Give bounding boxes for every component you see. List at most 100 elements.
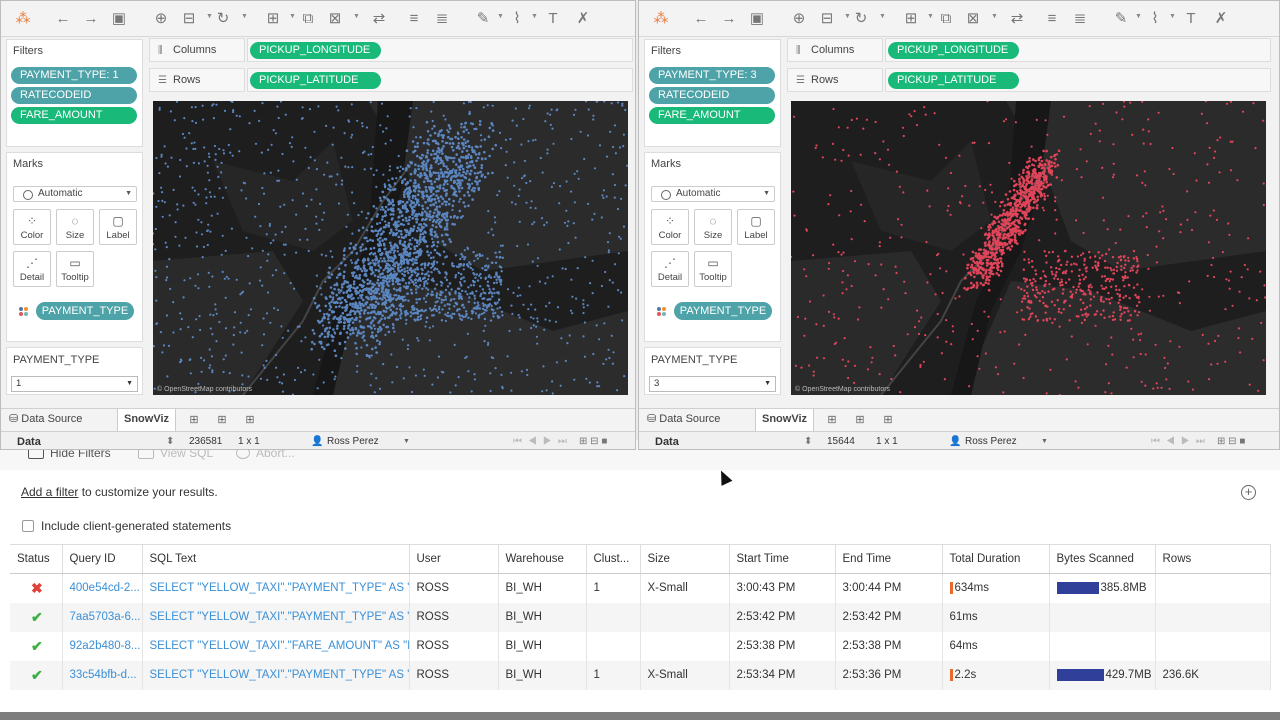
- show-labels-icon[interactable]: T: [543, 10, 563, 28]
- clear-sheet-icon[interactable]: ⊠: [325, 10, 345, 28]
- chevron-down-icon[interactable]: ▼: [206, 13, 213, 20]
- back-icon[interactable]: ←: [691, 10, 711, 28]
- chevron-down-icon[interactable]: ▼: [879, 13, 886, 20]
- column-header[interactable]: Query ID: [62, 544, 143, 574]
- clear-sheet-icon[interactable]: ⊠: [963, 10, 983, 28]
- mark-detail-button[interactable]: ⋰ Detail: [651, 251, 689, 287]
- duplicate-sheet-icon[interactable]: ⧉: [936, 10, 956, 28]
- tableau-logo-icon[interactable]: ⁂: [13, 10, 33, 28]
- table-row[interactable]: ✔ 33c54bfb-d... SELECT "YELLOW_TAXI"."PAYM…: [10, 660, 1271, 690]
- new-worksheet-icon[interactable]: ⊞: [263, 10, 283, 28]
- fix-axes-icon[interactable]: ✗: [1211, 10, 1231, 28]
- table-row[interactable]: ✖ 400e54cd-2... SELECT "YELLOW_TAXI"."PAYM…: [10, 573, 1271, 603]
- tableau-logo-icon[interactable]: ⁂: [651, 10, 671, 28]
- chevron-down-icon[interactable]: ▼: [531, 13, 538, 20]
- columns-drop-area[interactable]: PICKUP_LONGITUDE: [247, 38, 633, 62]
- column-header[interactable]: Bytes Scanned: [1049, 544, 1156, 574]
- query-id-cell-text[interactable]: 33c54bfb-d...: [70, 669, 137, 681]
- chevron-down-icon[interactable]: ▼: [241, 13, 248, 20]
- filter-pill[interactable]: PAYMENT_TYPE: 3: [649, 67, 775, 84]
- new-datasource-icon[interactable]: ⊕: [151, 10, 171, 28]
- mark-label-button[interactable]: ▢ Label: [99, 209, 137, 245]
- chevron-down-icon[interactable]: ▼: [1041, 438, 1048, 445]
- table-row[interactable]: ✔ 7aa5703a-6... SELECT "YELLOW_TAXI"."PAYM…: [10, 602, 1271, 632]
- tab-snowviz[interactable]: SnowViz: [755, 409, 815, 431]
- query-id-cell-text[interactable]: 92a2b480-8...: [70, 640, 141, 652]
- add-filter-link[interactable]: Add a filter: [21, 485, 78, 499]
- forward-icon[interactable]: →: [81, 10, 101, 28]
- chevron-down-icon[interactable]: ▼: [403, 438, 410, 445]
- pause-updates-icon[interactable]: ⊟: [817, 10, 837, 28]
- filter-pill[interactable]: RATECODEID: [11, 87, 137, 104]
- quick-filter-select[interactable]: 1 ▼: [11, 376, 138, 392]
- pause-updates-icon[interactable]: ⊟: [179, 10, 199, 28]
- swap-axes-icon[interactable]: ⇄: [369, 10, 389, 28]
- mark-type-dropdown[interactable]: Automatic ▼: [13, 186, 137, 202]
- add-filter-plus-icon[interactable]: +: [1241, 485, 1256, 500]
- status-user[interactable]: Ross Perez: [327, 436, 379, 447]
- map-view[interactable]: © OpenStreetMap contributors: [153, 101, 628, 395]
- tab-snowviz[interactable]: SnowViz: [117, 409, 177, 431]
- chevron-down-icon[interactable]: ⬍: [166, 436, 174, 447]
- color-field-pill[interactable]: PAYMENT_TYPE: [674, 302, 772, 320]
- sort-descending-icon[interactable]: ≣: [1070, 10, 1090, 28]
- column-header[interactable]: Start Time: [729, 544, 836, 574]
- column-header[interactable]: Warehouse: [498, 544, 587, 574]
- new-story-icon[interactable]: ⊞: [881, 413, 895, 427]
- show-labels-icon[interactable]: T: [1181, 10, 1201, 28]
- tab-data-source[interactable]: ⛁ Data Source: [9, 409, 82, 431]
- column-header[interactable]: Clust...: [586, 544, 641, 574]
- highlight-icon[interactable]: ✎: [1111, 10, 1131, 28]
- mark-size-button[interactable]: ◌ Size: [694, 209, 732, 245]
- sql-text-cell-text[interactable]: SELECT "YELLOW_TAXI"."PAYMENT_TYPE" AS "…: [150, 669, 409, 681]
- quick-filter-select[interactable]: 3 ▼: [649, 376, 776, 392]
- tab-data-source[interactable]: ⛁ Data Source: [647, 409, 720, 431]
- chevron-down-icon[interactable]: ▼: [1135, 13, 1142, 20]
- color-field-pill[interactable]: PAYMENT_TYPE: [36, 302, 134, 320]
- forward-icon[interactable]: →: [719, 10, 739, 28]
- columns-field-pill[interactable]: PICKUP_LONGITUDE: [250, 42, 381, 59]
- new-story-icon[interactable]: ⊞: [243, 413, 257, 427]
- mark-size-button[interactable]: ◌ Size: [56, 209, 94, 245]
- sort-ascending-icon[interactable]: ≡: [1042, 10, 1062, 28]
- sql-text-cell-text[interactable]: SELECT "YELLOW_TAXI"."PAYMENT_TYPE" AS "…: [150, 611, 409, 623]
- filter-pill[interactable]: RATECODEID: [649, 87, 775, 104]
- mark-type-dropdown[interactable]: Automatic ▼: [651, 186, 775, 202]
- new-dashboard-icon[interactable]: ⊞: [853, 413, 867, 427]
- chevron-down-icon[interactable]: ▼: [1169, 13, 1176, 20]
- group-icon[interactable]: ⌇: [507, 10, 527, 28]
- column-header[interactable]: Size: [640, 544, 730, 574]
- grid-view-icon[interactable]: ⊞ ⊟ ■: [579, 436, 607, 447]
- column-header[interactable]: SQL Text: [142, 544, 410, 574]
- chevron-down-icon[interactable]: ▼: [991, 13, 998, 20]
- fix-axes-icon[interactable]: ✗: [573, 10, 593, 28]
- columns-field-pill[interactable]: PICKUP_LONGITUDE: [888, 42, 1019, 59]
- status-user[interactable]: Ross Perez: [965, 436, 1017, 447]
- column-header[interactable]: Total Duration: [942, 544, 1050, 574]
- rows-drop-area[interactable]: PICKUP_LATITUDE: [247, 68, 633, 92]
- column-header[interactable]: User: [409, 544, 499, 574]
- chevron-down-icon[interactable]: ⬍: [804, 436, 812, 447]
- back-icon[interactable]: ←: [53, 10, 73, 28]
- table-row[interactable]: ✔ 92a2b480-8... SELECT "YELLOW_TAXI"."FARE…: [10, 631, 1271, 661]
- filter-pill[interactable]: FARE_AMOUNT: [649, 107, 775, 124]
- sheet-nav-icons[interactable]: ⏮◀▶⏭: [513, 436, 573, 447]
- mark-tooltip-button[interactable]: ▭ Tooltip: [56, 251, 94, 287]
- query-id-cell-text[interactable]: 400e54cd-2...: [70, 582, 140, 594]
- sort-descending-icon[interactable]: ≣: [432, 10, 452, 28]
- column-header[interactable]: Status: [10, 544, 63, 574]
- rows-drop-area[interactable]: PICKUP_LATITUDE: [885, 68, 1271, 92]
- mark-detail-button[interactable]: ⋰ Detail: [13, 251, 51, 287]
- include-client-checkbox[interactable]: [22, 520, 34, 532]
- refresh-icon[interactable]: ↻: [851, 10, 871, 28]
- mark-label-button[interactable]: ▢ Label: [737, 209, 775, 245]
- mark-tooltip-button[interactable]: ▭ Tooltip: [694, 251, 732, 287]
- chevron-down-icon[interactable]: ▼: [289, 13, 296, 20]
- include-client-row[interactable]: Include client-generated statements: [22, 519, 231, 533]
- swap-axes-icon[interactable]: ⇄: [1007, 10, 1027, 28]
- chevron-down-icon[interactable]: ▼: [927, 13, 934, 20]
- sql-text-cell-text[interactable]: SELECT "YELLOW_TAXI"."FARE_AMOUNT" AS "F…: [150, 640, 409, 652]
- save-icon[interactable]: ▣: [747, 10, 767, 28]
- group-icon[interactable]: ⌇: [1145, 10, 1165, 28]
- query-id-cell-text[interactable]: 7aa5703a-6...: [70, 611, 141, 623]
